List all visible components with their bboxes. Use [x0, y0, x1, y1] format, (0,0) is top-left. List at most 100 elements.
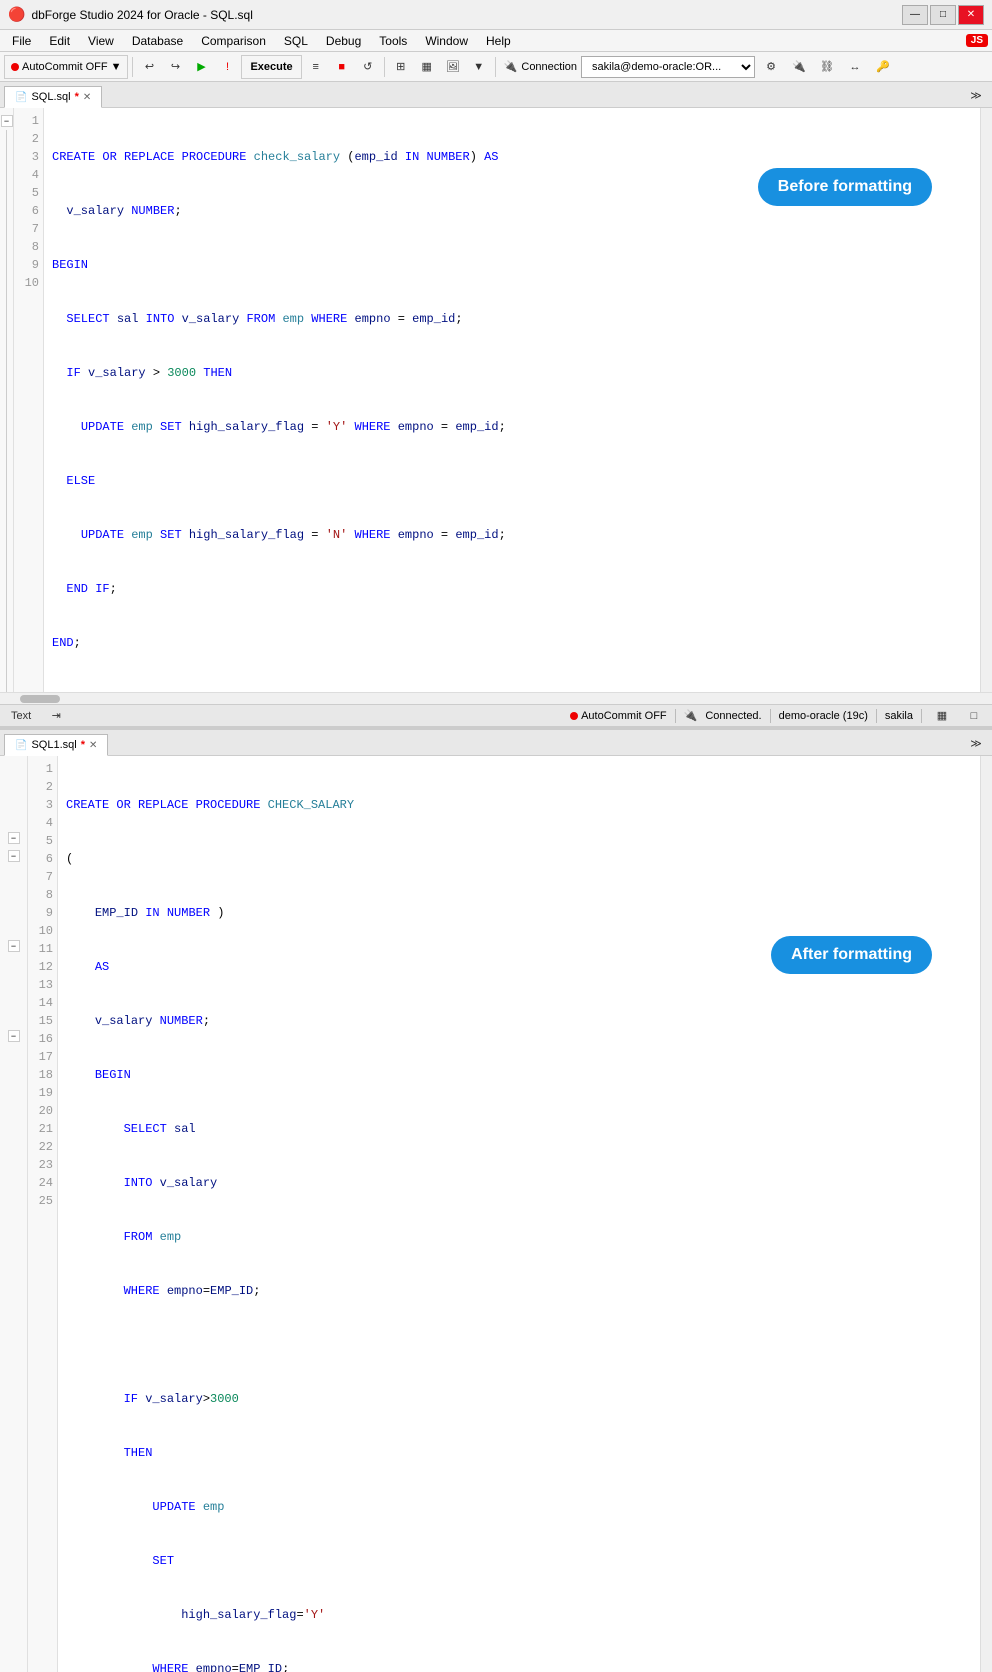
- top-panel-menu-btn[interactable]: ≫: [964, 83, 988, 107]
- toolbar-grid-btn2[interactable]: ▦: [415, 55, 439, 79]
- grid2-icon: ▦: [421, 60, 431, 73]
- toolbar-more-btn[interactable]: ▼: [467, 55, 491, 79]
- top-tab-close[interactable]: ✕: [83, 92, 91, 103]
- bottom-code-area[interactable]: CREATE OR REPLACE PROCEDURE CHECK_SALARY…: [58, 756, 980, 1672]
- bottom-tab-label: SQL1.sql: [31, 739, 76, 751]
- toolbar-image-btn[interactable]: 🖼: [441, 55, 465, 79]
- fold-btn-b4[interactable]: −: [8, 1030, 20, 1042]
- toolbar-undo-button[interactable]: ↩: [137, 55, 161, 79]
- list-icon: ≡: [312, 61, 318, 73]
- bcode-5: v_salary NUMBER;: [66, 1012, 972, 1030]
- top-tab-bar: 📄 SQL.sql * ✕ ≫: [0, 82, 992, 108]
- menu-view[interactable]: View: [80, 32, 122, 50]
- fold-spacer-12: [0, 1009, 27, 1027]
- bline-8: 8: [28, 886, 57, 904]
- bline-2: 2: [28, 778, 57, 796]
- bline-7: 7: [28, 868, 57, 886]
- menu-database[interactable]: Database: [124, 32, 191, 50]
- menu-debug[interactable]: Debug: [318, 32, 369, 50]
- line-num-4: 4: [14, 166, 43, 184]
- bottom-panel-menu-icon: ≫: [970, 737, 982, 750]
- menu-help[interactable]: Help: [478, 32, 519, 50]
- top-vscrollbar[interactable]: [980, 108, 992, 692]
- toolbar-run-button[interactable]: ▶: [189, 55, 213, 79]
- line-num-2: 2: [14, 130, 43, 148]
- close-button[interactable]: ✕: [958, 5, 984, 25]
- menu-edit[interactable]: Edit: [41, 32, 78, 50]
- title-bar-left: 🔴 dbForge Studio 2024 for Oracle - SQL.s…: [8, 6, 253, 23]
- bcode-15: SET: [66, 1552, 972, 1570]
- bline-17: 17: [28, 1048, 57, 1066]
- maximize-button[interactable]: □: [930, 5, 956, 25]
- bottom-tab-modified: *: [81, 739, 85, 751]
- connection-btn3[interactable]: ⛓: [815, 55, 839, 79]
- fold-btn-b2[interactable]: −: [8, 850, 20, 862]
- toolbar-refresh-button[interactable]: ↺: [356, 55, 380, 79]
- connection-settings-btn[interactable]: ⚙: [759, 55, 783, 79]
- bottom-panel-menu-btn[interactable]: ≫: [964, 731, 988, 755]
- bottom-tab-bar: 📄 SQL1.sql * ✕ ≫: [0, 730, 992, 756]
- autocommit-dropdown-icon: ▼: [111, 61, 122, 73]
- menu-window[interactable]: Window: [417, 32, 476, 50]
- line-num-3: 3: [14, 148, 43, 166]
- toolbar-list-button[interactable]: ≡: [304, 55, 328, 79]
- toolbar-grid-btn1[interactable]: ⊞: [389, 55, 413, 79]
- top-status-indent-btn[interactable]: ⇥: [44, 704, 68, 728]
- minimize-button[interactable]: —: [902, 5, 928, 25]
- main-toolbar: AutoCommit OFF ▼ ↩ ↪ ▶ ! Execute ≡ ■ ↺ ⊞…: [0, 52, 992, 82]
- bline-10: 10: [28, 922, 57, 940]
- bcode-1: CREATE OR REPLACE PROCEDURE CHECK_SALARY: [66, 796, 972, 814]
- menu-bar: File Edit View Database Comparison SQL D…: [0, 30, 992, 52]
- bline-15: 15: [28, 1012, 57, 1030]
- top-autocommit-dot: AutoCommit OFF: [570, 710, 667, 722]
- toolbar-stop-button[interactable]: ■: [330, 55, 354, 79]
- top-tab-label: SQL.sql: [31, 91, 70, 103]
- toolbar-redo-button[interactable]: ↪: [163, 55, 187, 79]
- refresh-icon: ↺: [363, 60, 372, 73]
- bcode-11: [66, 1336, 972, 1354]
- top-status-text-btn[interactable]: Text: [6, 704, 36, 728]
- bottom-tab-sql1[interactable]: 📄 SQL1.sql * ✕: [4, 734, 108, 756]
- fold-spacer-2: [0, 778, 27, 796]
- code-line-10: END;: [52, 634, 972, 652]
- connection-dropdown[interactable]: sakila@demo-oracle:OR...: [581, 56, 755, 78]
- indent-icon: ⇥: [52, 709, 61, 722]
- line-num-6: 6: [14, 202, 43, 220]
- top-tab-sql[interactable]: 📄 SQL.sql * ✕: [4, 86, 102, 108]
- bline-16: 16: [28, 1030, 57, 1048]
- toolbar-sep-2: [384, 57, 385, 77]
- code-line-7: ELSE: [52, 472, 972, 490]
- toolbar-exclaim-button[interactable]: !: [215, 55, 239, 79]
- top-hscroll-thumb[interactable]: [20, 695, 60, 703]
- app-icon: 🔴: [8, 6, 25, 23]
- key-icon: 🔑: [876, 60, 890, 73]
- top-hscrollbar[interactable]: [0, 692, 992, 704]
- menu-file[interactable]: File: [4, 32, 39, 50]
- bottom-vscrollbar[interactable]: [980, 756, 992, 1672]
- bottom-tab-close[interactable]: ✕: [89, 740, 97, 751]
- autocommit-button[interactable]: AutoCommit OFF ▼: [4, 55, 128, 79]
- bline-19: 19: [28, 1084, 57, 1102]
- top-fold-column: −: [0, 108, 14, 692]
- top-square-btn[interactable]: □: [962, 704, 986, 728]
- fold-btn-1[interactable]: −: [1, 115, 13, 127]
- top-grid-btn[interactable]: ▦: [930, 704, 954, 728]
- connection-btn4[interactable]: ↔: [843, 55, 867, 79]
- connection-btn2[interactable]: 🔌: [787, 55, 811, 79]
- chain-icon: ⛓: [820, 60, 834, 73]
- menu-sql[interactable]: SQL: [276, 32, 316, 50]
- fold-spacer-6: [0, 883, 27, 901]
- connection-btn5[interactable]: 🔑: [871, 55, 895, 79]
- bcode-17: WHERE empno=EMP_ID;: [66, 1660, 972, 1672]
- menu-comparison[interactable]: Comparison: [193, 32, 274, 50]
- autocommit-label: AutoCommit OFF: [22, 61, 108, 73]
- fold-btn-b3[interactable]: −: [8, 940, 20, 952]
- bline-23: 23: [28, 1156, 57, 1174]
- fold-btn-b1[interactable]: −: [8, 832, 20, 844]
- connection-label: Connection: [521, 61, 577, 73]
- menu-tools[interactable]: Tools: [371, 32, 415, 50]
- fold-spacer-3: [0, 796, 27, 814]
- code-line-8: UPDATE emp SET high_salary_flag = 'N' WH…: [52, 526, 972, 544]
- execute-button[interactable]: Execute: [241, 55, 301, 79]
- bline-11: 11: [28, 940, 57, 958]
